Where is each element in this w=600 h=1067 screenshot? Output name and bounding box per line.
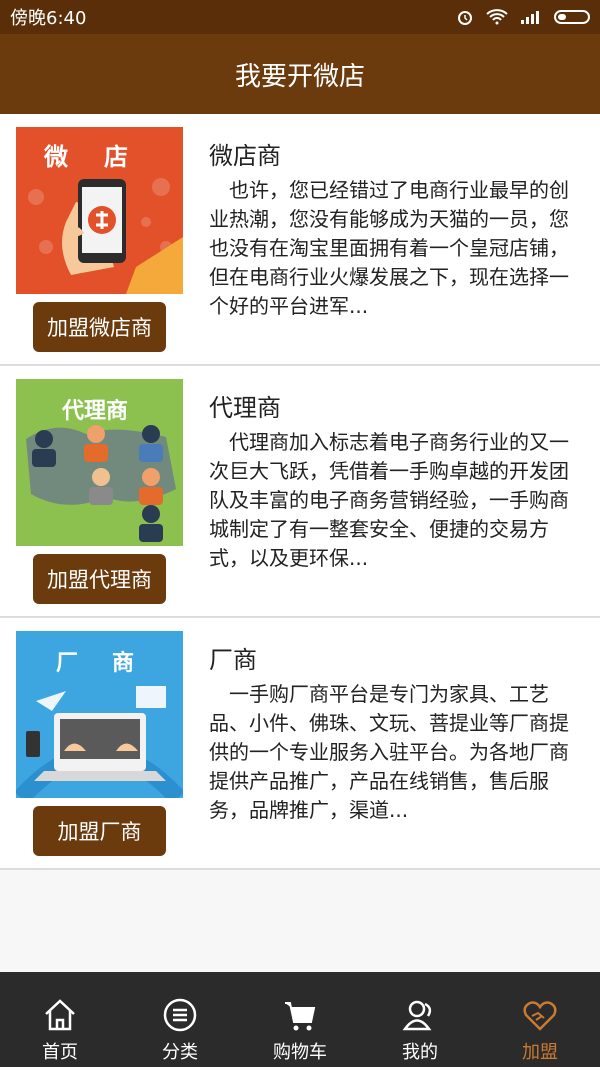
agent-image-caption: 代理商 — [62, 399, 129, 424]
card-title: 代理商 — [209, 394, 281, 422]
agent-image: 代理商 — [16, 379, 183, 546]
status-time: 傍晚6:40 — [10, 8, 87, 29]
battery-icon — [554, 10, 590, 24]
signal-icon — [521, 11, 539, 24]
tab-cart[interactable]: 购物车 — [240, 972, 360, 1067]
franchise-card-agent[interactable]: 代理商 加盟代理商 代理商 代理商加入标志着电子商务行业的又一次巨大飞跃，凭借着… — [0, 366, 600, 618]
card-title: 厂商 — [209, 646, 257, 674]
weidian-image: 微 店 — [16, 127, 183, 294]
tab-category[interactable]: 分类 — [120, 972, 240, 1067]
page-header: 我要开微店 — [0, 34, 600, 114]
bottom-tab-bar: 首页 分类 购物车 我的 加盟 — [0, 972, 600, 1067]
franchise-card-manufacturer[interactable]: 厂 商 加盟厂商 厂商 一手购厂商平台是专门为家具、工艺品、小件、佛珠、文玩、菩… — [0, 618, 600, 870]
status-icons — [456, 8, 590, 26]
category-icon — [163, 998, 197, 1032]
tab-label: 加盟 — [522, 1042, 558, 1063]
tab-home[interactable]: 首页 — [0, 972, 120, 1067]
tab-mine[interactable]: 我的 — [360, 972, 480, 1067]
weidian-image-caption: 微 店 — [44, 143, 134, 171]
join-weidian-button[interactable]: 加盟微店商 — [33, 302, 166, 352]
card-description: 也许，您已经错过了电商行业最早的创业热潮，您没有能够成为天猫的一员，您也没有在淘… — [209, 178, 569, 318]
franchise-card-weidian[interactable]: 微 店 加盟微店商 微店商 也许，您已经错过了电商行业最早的创业热潮，您没有能够… — [0, 114, 600, 366]
card-description: 一手购厂商平台是专门为家具、工艺品、小件、佛珠、文玩、菩提业等厂商提供的一个专业… — [209, 682, 569, 822]
tab-label: 我的 — [402, 1042, 438, 1063]
manufacturer-image: 厂 商 — [16, 631, 183, 798]
manufacturer-image-caption: 厂 商 — [56, 651, 141, 676]
card-description: 代理商加入标志着电子商务行业的又一次巨大飞跃，凭借着一手购卓越的开发团队及丰富的… — [209, 430, 569, 570]
tab-label: 分类 — [162, 1042, 198, 1063]
tab-label: 首页 — [42, 1042, 78, 1063]
card-title: 微店商 — [209, 142, 281, 170]
join-agent-button[interactable]: 加盟代理商 — [33, 554, 166, 604]
cart-icon — [285, 1002, 316, 1031]
status-bar: 傍晚6:40 — [0, 0, 600, 34]
handshake-heart-icon — [523, 1001, 557, 1031]
user-icon — [402, 1000, 432, 1031]
join-manufacturer-button[interactable]: 加盟厂商 — [33, 806, 166, 856]
tab-join[interactable]: 加盟 — [480, 972, 600, 1067]
home-icon — [45, 999, 75, 1031]
alarm-icon — [458, 11, 472, 25]
franchise-list: 微 店 加盟微店商 微店商 也许，您已经错过了电商行业最早的创业热潮，您没有能够… — [0, 114, 600, 870]
wifi-icon — [486, 9, 508, 25]
tab-label: 购物车 — [273, 1042, 327, 1063]
page-title: 我要开微店 — [234, 61, 365, 92]
